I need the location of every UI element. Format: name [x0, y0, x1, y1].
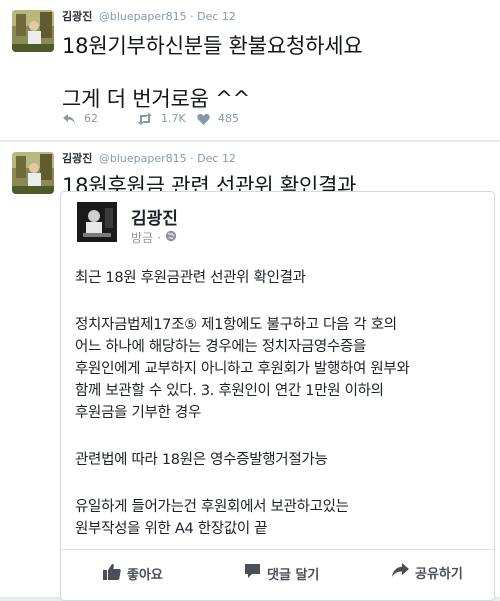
embed-text-line: 정치자금법제17조⑤ 제1항에도 불구하고 다음 각 호의 [75, 317, 397, 333]
fb-like-label: 좋아요 [127, 568, 163, 583]
tweet-date[interactable]: Dec 12 [197, 10, 236, 23]
author-handle[interactable]: @bluepaper815 [99, 10, 187, 23]
embed-meta: 방금 · [131, 229, 177, 246]
globe-icon [165, 230, 177, 245]
embed-text-line: 함께 보관할 수 있다. 3. 후원인이 연간 1만원 이하의 [75, 383, 384, 399]
retweet-icon [137, 112, 153, 125]
fb-share-label: 공유하기 [415, 567, 463, 582]
fb-comment-label: 댓글 달기 [267, 567, 320, 583]
author-handle[interactable]: @bluepaper815 [99, 152, 187, 165]
tweet-meta: 김광진 @bluepaper815 · Dec 12 [62, 152, 236, 165]
retweet-button[interactable]: 1.7K [137, 112, 186, 125]
embed-text-line: 후원금을 기부한 경우 [75, 405, 201, 421]
embed-text-line: 유일하게 들어가는건 후원회에서 보관하고있는 [75, 499, 349, 515]
author-name[interactable]: 김광진 [62, 152, 92, 165]
thumbs-up-icon [103, 563, 121, 584]
tweet-meta: 김광진 @bluepaper815 · Dec 12 [62, 10, 236, 23]
tweet-date[interactable]: Dec 12 [197, 152, 236, 165]
tweet[interactable]: 김광진 @bluepaper815 · Dec 12 18원후원금 관련 선관위… [0, 142, 500, 601]
tweet[interactable]: 김광진 @bluepaper815 · Dec 12 18원기부하신분들 환불요… [0, 0, 500, 141]
fb-share-button[interactable]: 공유하기 [392, 563, 463, 582]
embed-text-line: 후원인에게 교부하지 아니하고 후원회가 발행하여 원부와 [75, 361, 410, 377]
embed-actions: 좋아요 댓글 달기 공유하기 [61, 549, 494, 598]
reply-count: 62 [84, 112, 98, 125]
embed-text-line: 어느 하나에 해당하는 경우에는 정치자금영수증을 [75, 339, 367, 355]
retweet-count: 1.7K [161, 112, 186, 125]
reply-button[interactable]: 62 [62, 112, 98, 125]
like-button[interactable]: 485 [197, 112, 239, 125]
tweet-text-line: 그게 더 번거로움 ^^ [62, 87, 251, 111]
heart-icon [197, 113, 210, 125]
facebook-embed-card[interactable]: 김광진 방금 · 최근 18원 후원금관련 선관위 확인결과 정치자금법제17조… [60, 191, 495, 601]
reply-icon [62, 113, 76, 125]
avatar[interactable] [12, 10, 54, 52]
embed-text-line: 관련법에 따라 18원은 영수증발행거절가능 [75, 452, 328, 468]
fb-like-button[interactable]: 좋아요 [103, 563, 163, 584]
avatar[interactable] [12, 152, 54, 194]
comment-icon [244, 563, 261, 583]
share-icon [392, 563, 409, 582]
embed-timestamp[interactable]: 방금 [131, 229, 153, 246]
embed-author-name[interactable]: 김광진 [131, 204, 178, 229]
author-name[interactable]: 김광진 [62, 10, 92, 23]
embed-text-line: 원부작성을 위한 A4 한장값이 끝 [75, 521, 268, 537]
embed-text-line: 최근 18원 후원금관련 선관위 확인결과 [75, 270, 306, 286]
embed-author-photo[interactable] [77, 202, 117, 242]
like-count: 485 [218, 112, 239, 125]
tweet-text-line: 18원기부하신분들 환불요청하세요 [62, 34, 363, 58]
fb-comment-button[interactable]: 댓글 달기 [244, 563, 319, 583]
